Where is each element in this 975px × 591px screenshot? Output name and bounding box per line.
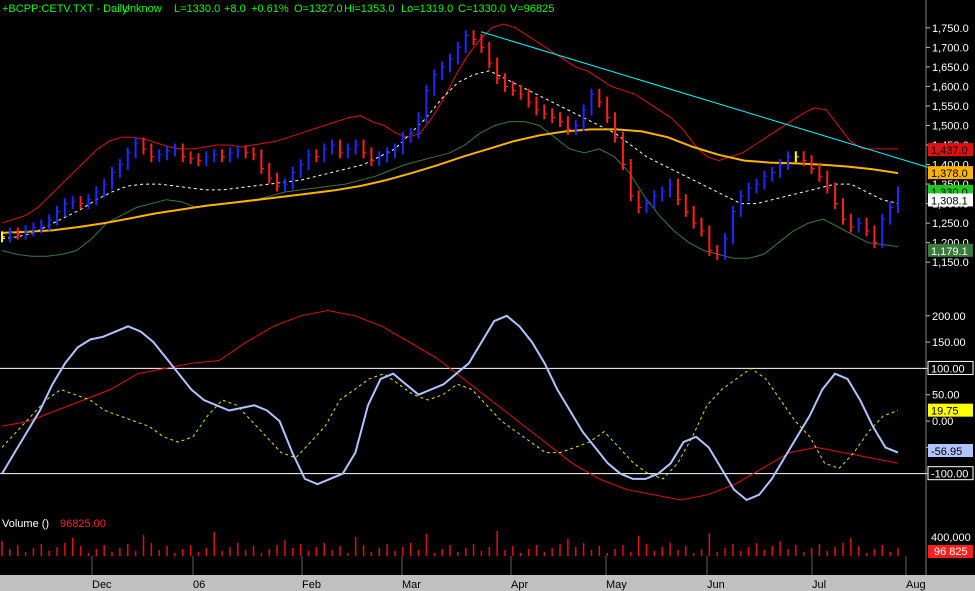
cci-tick-label: 0.00 bbox=[932, 416, 953, 428]
x-tick-label: May bbox=[606, 579, 627, 591]
x-tick-label: Aug bbox=[906, 579, 926, 591]
price-tick-label: 1,750.0 bbox=[932, 23, 969, 35]
header-low: Lo=1319.0 bbox=[401, 3, 453, 15]
price-tick-label: 1,650.0 bbox=[932, 62, 969, 74]
price-tick-label: 1,550.0 bbox=[932, 101, 969, 113]
price-tick-label: 1,250.0 bbox=[932, 218, 969, 230]
header-open: O=1327.0 bbox=[294, 3, 343, 15]
header-last: L=1330.0 bbox=[174, 3, 220, 15]
volume-tick-400000: 400,000 bbox=[931, 532, 971, 544]
x-tick-label: Mar bbox=[402, 579, 421, 591]
x-tick-label: Apr bbox=[511, 579, 528, 591]
price-tick-label: 1,600.0 bbox=[932, 81, 969, 93]
header-sector: Unknow bbox=[122, 3, 162, 15]
x-tick-label: Dec bbox=[92, 579, 112, 591]
stock-chart[interactable]: +BCPP:CETV.TXT - Daily Unknow L=1330.0 +… bbox=[0, 0, 975, 591]
price-tick-label: 1,700.0 bbox=[932, 42, 969, 54]
header-high: Hi=1353.0 bbox=[344, 3, 394, 15]
header-symbol: +BCPP:CETV.TXT - Daily bbox=[2, 3, 128, 15]
x-tick-label: Feb bbox=[302, 579, 321, 591]
x-tick-label: 06 bbox=[193, 579, 205, 591]
header-change-pct: +0.61% bbox=[251, 3, 289, 15]
x-axis-strip bbox=[0, 575, 975, 591]
cci-tick-label: 150.00 bbox=[932, 337, 966, 349]
price-last-label: 1,179.1 bbox=[931, 246, 968, 258]
price-last-label: 1,308.1 bbox=[931, 195, 968, 207]
cci-last-label: -56.95 bbox=[931, 446, 962, 458]
price-tick-label: 1,500.0 bbox=[932, 120, 969, 132]
header-close: C=1330.0 bbox=[458, 3, 506, 15]
volume-value: 96825.00 bbox=[60, 518, 106, 530]
cci-tick-label: 50.00 bbox=[932, 390, 960, 402]
cci-tick-label: 200.00 bbox=[932, 311, 966, 323]
price-last-label: 1,437.0 bbox=[931, 145, 968, 157]
volume-last-label: 96 825 bbox=[934, 546, 968, 558]
chart-background bbox=[0, 0, 975, 591]
cci-last-label: -100.00 bbox=[931, 469, 968, 481]
header-volume: V=96825 bbox=[510, 3, 554, 15]
volume-title: Volume () bbox=[2, 518, 49, 530]
x-tick-label: Jul bbox=[812, 579, 826, 591]
cci-last-label: 100.00 bbox=[931, 363, 965, 375]
price-last-label: 1,378.0 bbox=[931, 168, 968, 180]
header-change: +8.0 bbox=[224, 3, 246, 15]
cci-last-label: 19.75 bbox=[931, 406, 959, 418]
x-tick-label: Jun bbox=[707, 579, 725, 591]
price-tick-label: 1,150.0 bbox=[932, 257, 969, 269]
